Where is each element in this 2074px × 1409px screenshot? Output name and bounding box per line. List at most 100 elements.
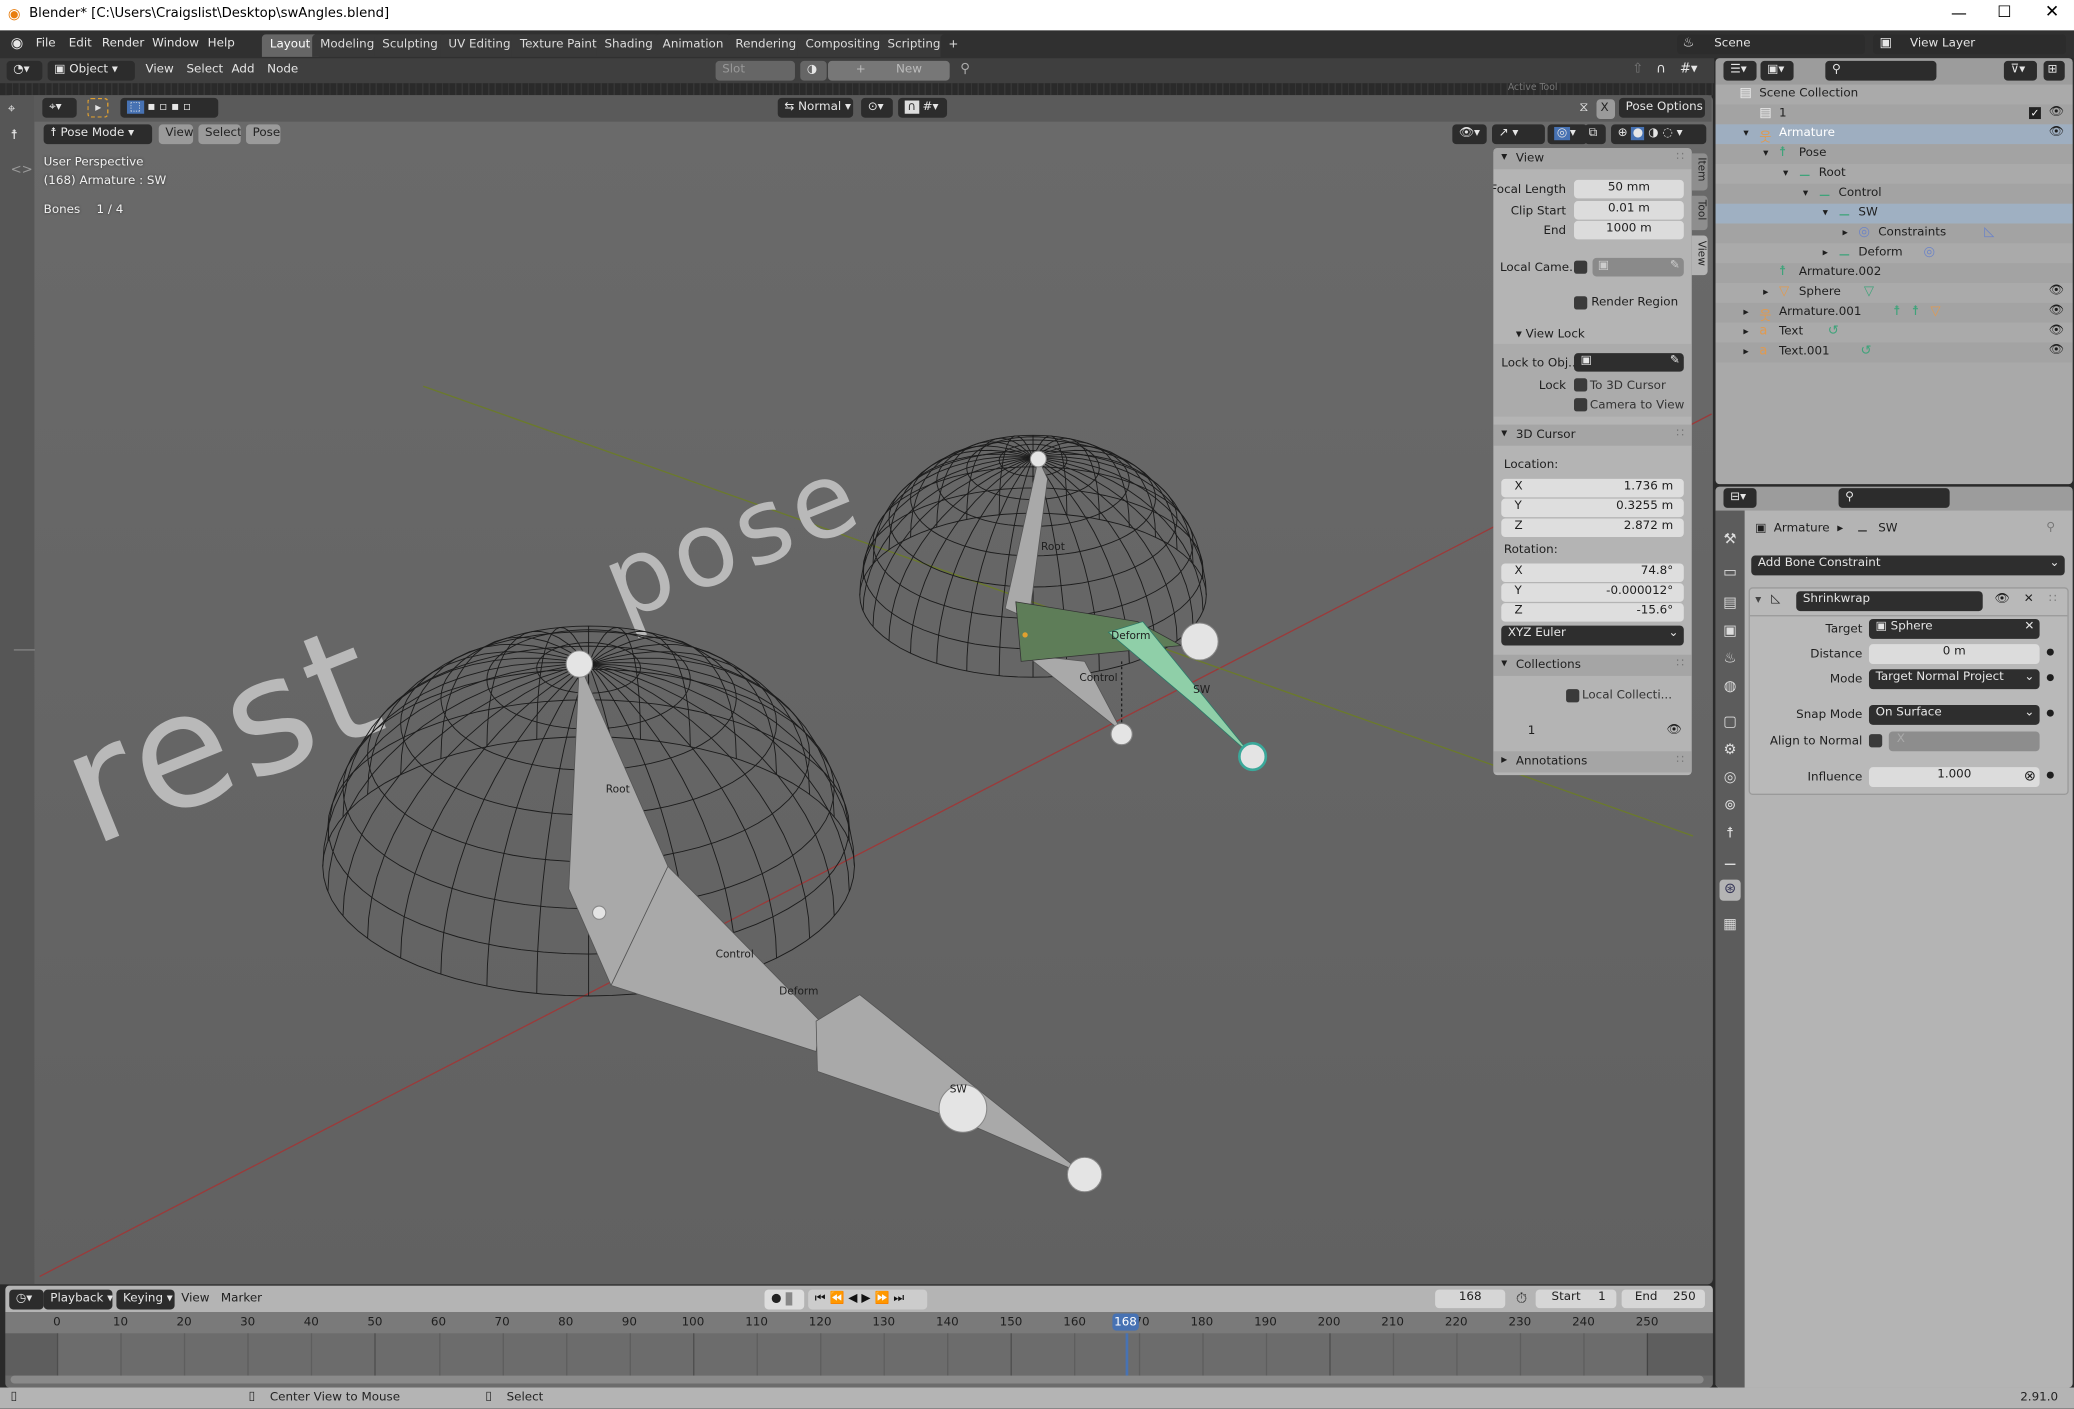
eye-icon[interactable]: 👁 [2049, 304, 2064, 317]
menu-file[interactable]: File [36, 37, 56, 50]
x-axis-mirror-icon[interactable]: ⧖ [1579, 101, 1588, 115]
toolbar-expand-icon[interactable]: ⸺ [13, 643, 35, 657]
close-icon[interactable]: ✕ [2045, 3, 2059, 23]
record-button[interactable]: ● [764, 1289, 805, 1310]
select-tool-icon[interactable]: ▸ [87, 97, 109, 118]
camera-to-view-checkbox[interactable] [1574, 398, 1588, 412]
eye-icon[interactable]: 👁 [2049, 106, 2064, 119]
object-constraint-icon[interactable]: ⊚ [1720, 796, 1741, 817]
world-icon[interactable]: ◍ [1720, 677, 1741, 698]
menu-node[interactable]: Node [267, 63, 298, 76]
collapse-arrow-icon[interactable]: ▸ [1763, 286, 1768, 298]
transform-orientation-dropdown[interactable]: ⇆ Normal ▾ [777, 97, 854, 118]
expand-arrow-icon[interactable]: ▾ [1783, 167, 1788, 179]
playhead-frame-badge[interactable]: 168 [1112, 1313, 1139, 1331]
eyedropper-icon[interactable]: ✎ [1670, 354, 1684, 367]
sidebar-tab-item[interactable]: Item [1691, 153, 1708, 191]
exclude-checkbox[interactable]: ✓ [2029, 107, 2041, 120]
editor-type-button[interactable]: ☰▾ [1723, 60, 1757, 81]
timeline-scrollbar[interactable] [10, 1375, 1704, 1384]
frame-ruler[interactable]: 0 10 20 30 40 50 60 70 80 90 100 110 120 130 140 150 160… [5, 1312, 1713, 1334]
physics-icon[interactable]: ◎ [1720, 768, 1741, 789]
menu-render[interactable]: Render [102, 37, 144, 50]
clear-target-icon[interactable]: ✕ [2024, 620, 2039, 633]
expand-arrow-icon[interactable]: ▾ [1763, 147, 1768, 159]
panel-header-annotations[interactable]: Annotations ∷ [1493, 751, 1692, 773]
menu-view[interactable]: View [158, 124, 194, 145]
current-frame-field[interactable]: 168 [1435, 1289, 1506, 1309]
pose-icon[interactable]: ☨ [1912, 304, 1919, 319]
menu-marker[interactable]: Marker [221, 1292, 262, 1305]
animate-distance-dot[interactable]: ● [2046, 647, 2054, 658]
outliner-row[interactable]: ▸ ▽ Sphere ▽ 👁 [1715, 283, 2073, 303]
outliner-row[interactable]: ▤ Scene Collection [1715, 84, 2073, 105]
collapse-arrow-icon[interactable]: ▸ [1823, 246, 1828, 258]
outliner-row[interactable]: ▾ 웃 Armature 👁 [1715, 124, 2073, 145]
collapse-arrow-icon[interactable]: ▸ [1843, 226, 1848, 238]
collapse-arrow-icon[interactable]: ▾ [1755, 594, 1761, 607]
expand-arrow-icon[interactable]: ▾ [1823, 206, 1828, 218]
outliner-row[interactable]: ▾ ⚊ SW [1715, 203, 2073, 224]
collapse-arrow-icon[interactable]: ▸ [1743, 306, 1748, 318]
snap-icon[interactable]: ∩ [1656, 63, 1666, 76]
tab-texture-paint[interactable]: Texture Paint [511, 34, 605, 57]
tab-modeling[interactable]: Modeling [312, 34, 383, 57]
mesh-data-icon[interactable]: ▽ [1864, 284, 1874, 299]
menu-edit[interactable]: Edit [69, 37, 92, 50]
drag-handle-icon[interactable]: ∷ [1676, 427, 1684, 440]
curve-icon[interactable]: ↺ [1828, 324, 1839, 339]
playhead-line[interactable] [1125, 1333, 1129, 1376]
outliner-row[interactable]: ▸ a Text ↺ 👁 [1715, 322, 2073, 343]
outliner-row[interactable]: ▾ ⚊ Root [1715, 164, 2073, 184]
playback-dropdown[interactable]: Playback ▾ [43, 1289, 113, 1310]
snap-grid-icon[interactable]: #▾ [1680, 63, 1698, 76]
select-new-icon[interactable]: ⬚ [126, 100, 144, 114]
bone-icon[interactable]: ⚊ [1720, 852, 1741, 873]
influence-slider[interactable]: 1.000 [1868, 767, 2040, 788]
clip-end-field[interactable]: 1000 m [1574, 220, 1684, 240]
end-frame-field[interactable]: End 250 [1621, 1289, 1705, 1309]
select-subtract-icon[interactable]: ▫ [159, 101, 167, 114]
prev-keyframe-icon[interactable]: ⏪ [829, 1292, 848, 1305]
editor-type-button[interactable]: ⌖▾ [42, 97, 77, 118]
outliner-search-input[interactable]: ⚲ [1825, 60, 1937, 81]
cursor-location-x-field[interactable]: X 1.736 m [1501, 478, 1684, 498]
delete-constraint-icon[interactable]: ✕ [2024, 593, 2034, 606]
wireframe-shading-icon[interactable]: ⊕ [1618, 127, 1628, 140]
sidebar-tab-view[interactable]: View [1691, 235, 1708, 276]
tab-animation[interactable]: Animation [654, 34, 732, 57]
menu-add[interactable]: Add [231, 63, 254, 76]
view-layer-icon[interactable]: ▣ [1720, 622, 1741, 643]
render-icon[interactable]: ▭ [1720, 563, 1741, 584]
new-material-button[interactable]: + New [828, 60, 950, 81]
collection-item[interactable]: 1 [1528, 725, 1536, 738]
overlays-toggle[interactable]: ◎ ▾ [1547, 124, 1588, 145]
mode-dropdown[interactable]: ☨ Pose Mode ▾ [43, 124, 153, 145]
drag-handle-icon[interactable]: ∷ [2049, 593, 2057, 606]
outliner-row[interactable]: ▾ ⚊ Control [1715, 183, 2073, 204]
armature-data-icon[interactable]: ☨ [1720, 824, 1741, 845]
cursor-rotation-x-field[interactable]: X 74.8° [1501, 563, 1684, 582]
playback-controls[interactable]: ⏮⏪◀▶⏩⏭ [808, 1289, 928, 1310]
focal-length-field[interactable]: 50 mm [1574, 179, 1684, 199]
rotation-mode-dropdown[interactable]: XYZ Euler ⌄ [1501, 625, 1684, 646]
add-workspace-button[interactable]: + [940, 34, 967, 57]
select-extend-icon[interactable]: ▪ [147, 101, 155, 114]
keying-dropdown[interactable]: Keying ▾ [116, 1289, 175, 1310]
cursor-location-z-field[interactable]: Z 2.872 m [1501, 518, 1684, 538]
tab-scripting[interactable]: Scripting [879, 34, 949, 57]
eye-icon[interactable]: 👁 [1995, 593, 2010, 606]
menu-pose[interactable]: Pose [246, 124, 281, 145]
pose-options-dropdown[interactable]: Pose Options ▾ [1618, 97, 1705, 118]
outliner-row[interactable]: ▾ ☨ Pose [1715, 144, 2073, 165]
menu-help[interactable]: Help [208, 37, 235, 50]
object-type-dropdown[interactable]: ▣ Object ▾ [47, 60, 135, 81]
local-camera-field[interactable]: ▣ ✎ [1592, 257, 1684, 277]
viewport-scene[interactable]: rest pose Root Control Deform SW Root Control De… [5, 95, 1713, 1284]
eye-icon[interactable]: 👁 [2049, 344, 2064, 357]
clip-start-field[interactable]: 0.01 m [1574, 201, 1684, 220]
eye-icon[interactable]: 👁 [2049, 284, 2064, 297]
selection-mode-buttons[interactable]: ⬚ ▪ ▫ ▪ ▫ [120, 97, 219, 118]
shading-buttons[interactable]: ⊕ ● ◑ ◌ ▾ [1611, 124, 1707, 145]
material-browse-icon[interactable]: ◑ [800, 60, 827, 81]
